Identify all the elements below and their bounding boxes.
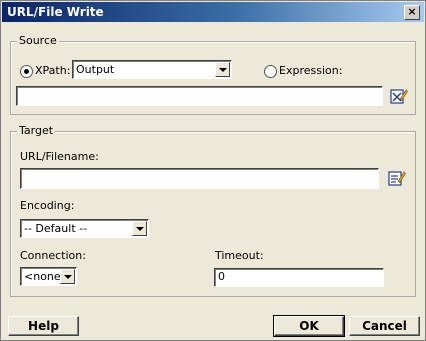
help-button[interactable]: Help — [8, 316, 79, 336]
close-button[interactable]: × — [404, 5, 420, 20]
chevron-down-icon[interactable] — [132, 221, 147, 236]
url-input[interactable] — [20, 168, 379, 189]
url-editor-icon[interactable] — [388, 169, 406, 187]
connection-label: Connection: — [20, 249, 86, 262]
encoding-label: Encoding: — [20, 199, 75, 212]
chevron-down-icon[interactable] — [60, 269, 75, 284]
expression-label: Expression: — [279, 64, 343, 77]
expression-radio[interactable] — [264, 65, 277, 78]
connection-select[interactable]: <none> — [20, 267, 77, 286]
target-legend: Target — [17, 124, 56, 137]
chevron-down-icon[interactable] — [215, 62, 230, 77]
expression-editor-icon[interactable] — [390, 87, 408, 105]
dialog-window: URL/File Write × Source XPath: Output Ex… — [0, 0, 426, 341]
xpath-select-value: Output — [76, 63, 115, 76]
ok-button[interactable]: OK — [273, 315, 345, 337]
url-label: URL/Filename: — [20, 150, 99, 163]
close-icon: × — [407, 5, 417, 18]
encoding-select[interactable]: -- Default -- — [20, 219, 149, 238]
title-bar[interactable]: URL/File Write × — [2, 2, 424, 22]
xpath-radio[interactable] — [20, 65, 33, 78]
xpath-select[interactable]: Output — [72, 60, 232, 79]
encoding-select-value: -- Default -- — [24, 222, 88, 235]
cancel-button[interactable]: Cancel — [349, 316, 420, 336]
window-title: URL/File Write — [7, 5, 104, 19]
xpath-label: XPath: — [35, 64, 71, 77]
timeout-label: Timeout: — [215, 249, 264, 262]
expression-input[interactable] — [16, 86, 383, 106]
source-legend: Source — [17, 34, 59, 47]
timeout-input[interactable]: 0 — [214, 268, 384, 287]
